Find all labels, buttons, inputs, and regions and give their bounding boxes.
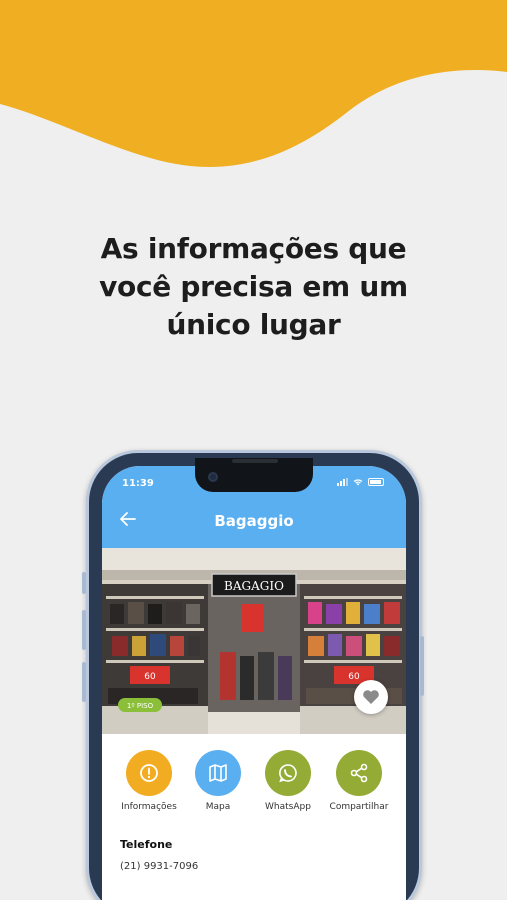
battery-icon	[368, 478, 384, 486]
phone-screen: 11:39 Bagaggio 60 BAGAGIO 60 1º PISO Inf…	[102, 466, 406, 900]
phone-label: Telefone	[120, 838, 173, 851]
heart-icon	[363, 690, 379, 704]
alert-circle-icon	[126, 750, 172, 796]
info-button[interactable]: Informações	[114, 750, 184, 812]
store-sign: BAGAGIO	[224, 579, 284, 593]
headline-line-1: As informações que	[100, 232, 407, 265]
top-wave-banner	[0, 0, 507, 167]
svg-text:60: 60	[348, 672, 360, 682]
info-label: Informações	[121, 802, 177, 812]
page-title: Bagaggio	[214, 512, 294, 530]
headline-line-3: único lugar	[166, 308, 341, 341]
svg-text:60: 60	[144, 672, 156, 682]
action-bar: Informações Mapa WhatsApp Compartilhar	[102, 750, 406, 820]
headline: As informações que você precisa em um ún…	[0, 230, 507, 344]
phone-number[interactable]: (21) 9931-7096	[120, 861, 198, 872]
floor-badge: 1º PISO	[127, 702, 154, 710]
phone-side-button-volume-up	[82, 610, 86, 650]
favorite-button[interactable]	[354, 680, 388, 714]
wifi-icon	[353, 479, 363, 486]
map-button[interactable]: Mapa	[183, 750, 253, 812]
map-label: Mapa	[205, 802, 231, 812]
signal-icon	[337, 478, 348, 486]
phone-speaker	[232, 459, 278, 463]
status-time: 11:39	[122, 478, 154, 489]
share-icon	[336, 750, 382, 796]
share-button[interactable]: Compartilhar	[324, 750, 394, 812]
phone-side-button-silent	[82, 572, 86, 594]
whatsapp-icon	[265, 750, 311, 796]
share-label: Compartilhar	[329, 802, 389, 812]
whatsapp-label: WhatsApp	[265, 802, 311, 812]
status-icons	[337, 478, 384, 486]
map-icon	[195, 750, 241, 796]
phone-side-button-power	[420, 636, 424, 696]
headline-line-2: você precisa em um	[99, 270, 408, 303]
phone-camera	[208, 472, 218, 482]
phone-side-button-volume-down	[82, 662, 86, 702]
whatsapp-button[interactable]: WhatsApp	[253, 750, 323, 812]
